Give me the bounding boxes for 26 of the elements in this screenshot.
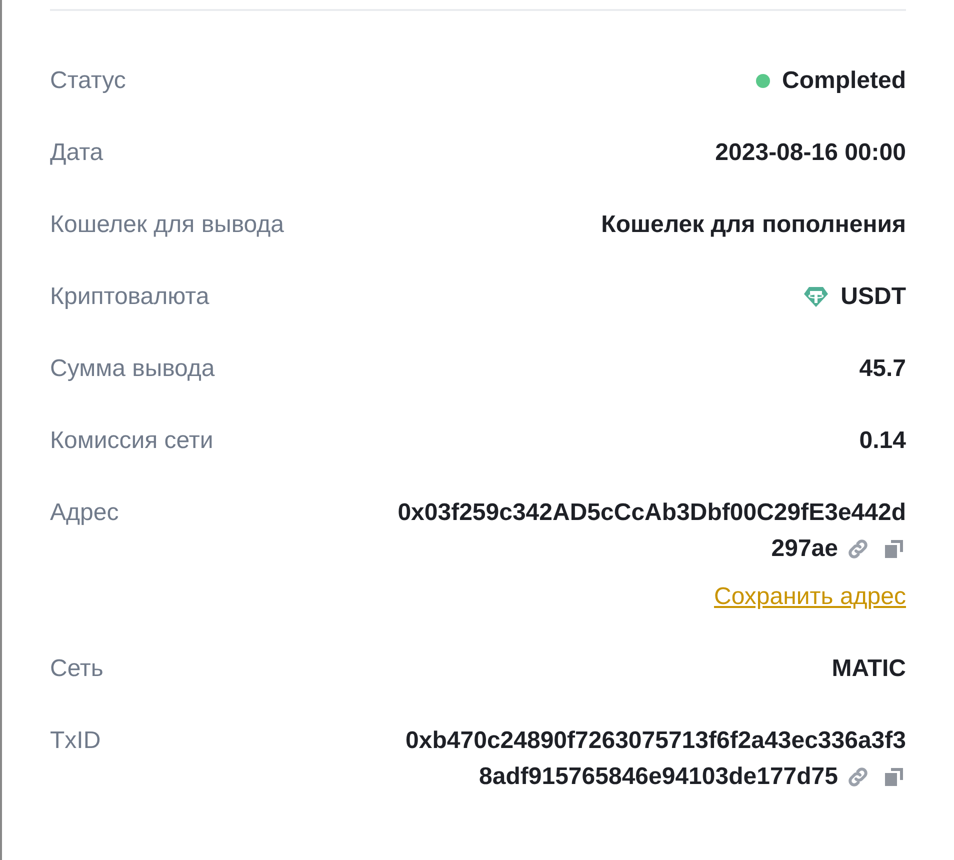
hash-line: 0xb470c24890f7263075713f6f2a43ec336a3f3 [406, 726, 906, 756]
detail-label: Статус [50, 66, 126, 96]
detail-value: Кошелек для пополнения [601, 210, 906, 240]
detail-value: 2023-08-16 00:00 [715, 138, 906, 168]
currency-name: USDT [840, 282, 906, 312]
save-address-link[interactable]: Сохранить адрес [714, 579, 906, 615]
hash-line: 0x03f259c342AD5cCcAb3Dbf00C29fE3e442d [398, 498, 906, 528]
copy-icon[interactable] [882, 537, 906, 561]
hash-line: 8adf915765846e94103de177d75 [479, 762, 838, 792]
detail-label: Комиссия сети [50, 426, 214, 456]
detail-label: Адрес [50, 498, 119, 528]
detail-label: Сеть [50, 654, 104, 684]
detail-label: Сумма вывода [50, 354, 215, 384]
hash-line: 297ae [771, 534, 838, 564]
detail-label: Криптовалюта [50, 282, 210, 312]
detail-value: MATIC [832, 654, 906, 684]
tether-coin-icon [802, 285, 829, 309]
detail-label: TxID [50, 726, 101, 756]
link-icon[interactable] [846, 765, 870, 789]
detail-label: Дата [50, 138, 104, 168]
detail-value: 0.14 [859, 426, 906, 456]
copy-icon[interactable] [882, 765, 906, 789]
status-text: Completed [782, 66, 906, 96]
link-icon[interactable] [846, 537, 870, 561]
detail-label: Кошелек для вывода [50, 210, 284, 240]
detail-value: 45.7 [859, 354, 906, 384]
